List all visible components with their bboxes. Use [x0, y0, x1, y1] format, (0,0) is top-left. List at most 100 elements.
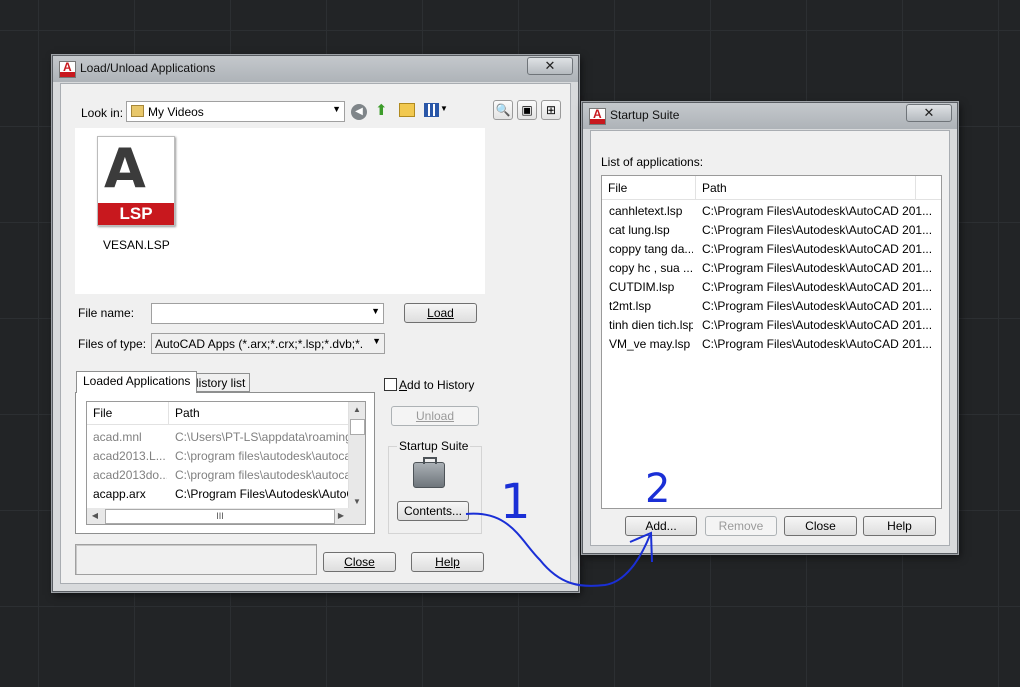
- row-path: C:\Program Files\Autodesk\AutoCAD 201...: [702, 204, 933, 218]
- horizontal-scrollbar[interactable]: ◀ III ▶: [87, 508, 365, 524]
- remove-button[interactable]: Remove: [705, 516, 777, 536]
- row-path: C:\Program Files\Autodesk\AutoCAD 201...: [702, 299, 933, 313]
- row-file: cat lung.lsp: [609, 223, 670, 237]
- tab-panel: File Path acad.mnl C:\Users\PT-LS\appdata…: [75, 392, 375, 534]
- scroll-up-icon[interactable]: ▲: [349, 402, 365, 418]
- table-row[interactable]: acapp.arx C:\Program Files\Autodesk\AutoC…: [87, 485, 351, 504]
- hscroll-thumb[interactable]: III: [105, 509, 335, 524]
- row-file: VM_ve may.lsp: [609, 337, 691, 351]
- row-path: C:\Program Files\Autodesk\AutoCAD 201...: [702, 223, 933, 237]
- table-row[interactable]: canhletext.lsp C:\Program Files\Autodesk\…: [602, 202, 941, 221]
- list-of-applications-label: List of applications:: [601, 155, 704, 169]
- table-row[interactable]: acad2013do... C:\program files\autodesk\a…: [87, 466, 351, 485]
- lsp-file-item[interactable]: A LSP VESAN.LSP: [95, 136, 175, 256]
- row-file: coppy tang da...: [609, 242, 693, 256]
- row-path: C:\program files\autodesk\autocad .: [175, 449, 349, 463]
- row-file: acad.mnl: [93, 430, 142, 444]
- close-button-label: Close: [344, 555, 375, 569]
- startup-dialog-titlebar[interactable]: A Startup Suite ✕: [583, 103, 957, 129]
- files-of-type-chevron-down-icon: ▼: [372, 336, 381, 346]
- startup-apps-list[interactable]: File Path canhletext.lsp C:\Program Files…: [601, 175, 942, 509]
- files-of-type-label: Files of type:: [78, 337, 147, 351]
- load-button-label: Load: [427, 306, 454, 320]
- find-icon[interactable]: 🔍: [493, 100, 513, 120]
- scroll-right-icon[interactable]: ▶: [333, 508, 349, 524]
- column-path[interactable]: Path: [696, 176, 916, 199]
- file-name-input[interactable]: ▼: [151, 303, 384, 324]
- loaded-apps-header: File Path: [87, 402, 365, 425]
- column-file[interactable]: File: [602, 176, 696, 199]
- files-of-type-value: AutoCAD Apps (*.arx;*.crx;*.lsp;*.dvb;*.…: [155, 337, 363, 351]
- table-row[interactable]: copy hc , sua ... C:\Program Files\Autode…: [602, 259, 941, 278]
- vertical-scrollbar[interactable]: ▲ ▼: [348, 402, 365, 510]
- autocad-app-icon: A: [589, 107, 606, 125]
- startup-dialog-close-icon[interactable]: ✕: [906, 104, 952, 122]
- scroll-thumb[interactable]: [350, 419, 365, 435]
- row-file: canhletext.lsp: [609, 204, 683, 218]
- new-folder-icon[interactable]: [399, 103, 415, 117]
- file-name-label: File name:: [78, 306, 135, 320]
- file-name-chevron-down-icon[interactable]: ▼: [371, 306, 380, 316]
- row-path: C:\Program Files\Autodesk\AutoCAD 201...: [702, 280, 933, 294]
- table-row[interactable]: cat lung.lsp C:\Program Files\Autodesk\Au…: [602, 221, 941, 240]
- table-row[interactable]: VM_ve may.lsp C:\Program Files\Autodesk\A…: [602, 335, 941, 354]
- close-button[interactable]: Close: [784, 516, 857, 536]
- row-file: acad2013do...: [93, 468, 167, 482]
- close-button[interactable]: Close: [323, 552, 396, 572]
- lsp-badge: LSP: [98, 203, 174, 225]
- startup-suite-dialog: A Startup Suite ✕ List of applications: …: [582, 102, 958, 554]
- back-icon[interactable]: ◀: [351, 104, 367, 120]
- row-path: C:\program files\autodesk\autocad .: [175, 468, 349, 482]
- table-row[interactable]: coppy tang da... C:\Program Files\Autodes…: [602, 240, 941, 259]
- autocad-app-icon: A: [59, 60, 76, 78]
- autocad-logo-icon: A: [104, 137, 146, 200]
- tab-loaded-applications[interactable]: Loaded Applications: [76, 371, 198, 393]
- briefcase-handle: [423, 457, 437, 464]
- add-to-history-checkbox[interactable]: [384, 378, 397, 391]
- help-button[interactable]: Help: [863, 516, 936, 536]
- favorites-icon[interactable]: ▣: [517, 100, 537, 120]
- row-file: CUTDIM.lsp: [609, 280, 675, 294]
- row-file: t2mt.lsp: [609, 299, 652, 313]
- row-file: copy hc , sua ...: [609, 261, 693, 275]
- load-dialog-close-icon[interactable]: ✕: [527, 57, 573, 75]
- chevron-down-icon: ▼: [332, 104, 341, 114]
- folder-video-icon: [131, 105, 144, 117]
- views-menu-icon[interactable]: [424, 103, 439, 117]
- unload-button[interactable]: Unload: [391, 406, 479, 426]
- column-path[interactable]: Path: [169, 402, 351, 424]
- files-of-type-dropdown[interactable]: AutoCAD Apps (*.arx;*.crx;*.lsp;*.dvb;*.…: [151, 333, 385, 354]
- up-folder-icon[interactable]: ⬆: [375, 101, 388, 119]
- row-path: C:\Program Files\Autodesk\AutoCAD 201...: [702, 242, 933, 256]
- load-button[interactable]: Load: [404, 303, 477, 323]
- table-row[interactable]: CUTDIM.lsp C:\Program Files\Autodesk\Auto…: [602, 278, 941, 297]
- column-file[interactable]: File: [87, 402, 169, 424]
- views-chevron-down-icon[interactable]: ▼: [440, 104, 448, 113]
- add-to-history-text: dd to History: [407, 378, 475, 392]
- row-file: acapp.arx: [93, 487, 146, 501]
- look-in-dropdown[interactable]: My Videos ▼: [126, 101, 345, 122]
- look-in-label: Look in:: [81, 106, 124, 120]
- help-button[interactable]: Help: [411, 552, 484, 572]
- scroll-left-icon[interactable]: ◀: [87, 508, 103, 524]
- mnemonic-a: A: [399, 378, 408, 392]
- table-row[interactable]: acad.mnl C:\Users\PT-LS\appdata\roaming\.: [87, 428, 351, 447]
- row-file: acad2013.L...: [93, 449, 166, 463]
- table-row[interactable]: t2mt.lsp C:\Program Files\Autodesk\AutoCA…: [602, 297, 941, 316]
- add-favorite-icon[interactable]: ⊞: [541, 100, 561, 120]
- startup-dialog-client: List of applications: File Path canhlete…: [590, 130, 950, 546]
- look-in-value: My Videos: [148, 105, 204, 119]
- loaded-apps-list[interactable]: File Path acad.mnl C:\Users\PT-LS\appdata…: [86, 401, 366, 525]
- load-dialog-client: Look in: My Videos ▼ ◀ ⬆ ▼ 🔍 ▣ ⊞ A LSP V…: [60, 83, 571, 584]
- row-path: C:\Program Files\Autodesk\AutoCA.: [175, 487, 349, 501]
- add-to-history-label: Add to History: [399, 378, 474, 392]
- row-path: C:\Program Files\Autodesk\AutoCAD 201...: [702, 337, 933, 351]
- startup-dialog-title: Startup Suite: [610, 108, 680, 122]
- add-button[interactable]: Add...: [625, 516, 697, 536]
- load-unload-dialog: A Load/Unload Applications ✕ Look in: My…: [52, 55, 579, 592]
- table-row[interactable]: tinh dien tich.lsp C:\Program Files\Autod…: [602, 316, 941, 335]
- contents-button[interactable]: Contents...: [397, 501, 469, 521]
- table-row[interactable]: acad2013.L... C:\program files\autodesk\a…: [87, 447, 351, 466]
- load-dialog-titlebar[interactable]: A Load/Unload Applications ✕: [53, 56, 578, 82]
- row-path: C:\Users\PT-LS\appdata\roaming\.: [175, 430, 349, 444]
